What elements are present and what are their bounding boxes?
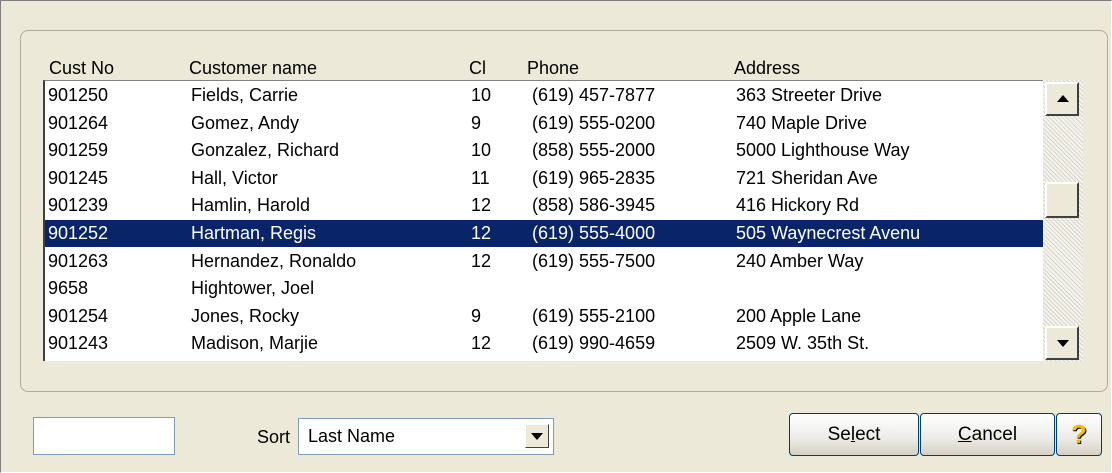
cell-phone: (619) 555-7500 — [532, 250, 656, 271]
cell-customer-name: Gomez, Andy — [191, 112, 300, 133]
cell-customer-name: Hightower, Joel — [191, 278, 315, 299]
cell-address: 200 Apple Lane — [736, 305, 862, 326]
cell-address: 740 Maple Drive — [736, 112, 868, 133]
cell-address: 416 Hickory Rd — [736, 195, 860, 216]
header-cl[interactable]: Cl — [469, 58, 486, 80]
cell-customer-name: Jones, Rocky — [191, 305, 300, 326]
help-button[interactable]: ? — [1056, 413, 1102, 456]
cell-customer-name: Gonzalez, Richard — [191, 140, 340, 161]
header-phone[interactable]: Phone — [527, 58, 579, 80]
cell-cl: 12 — [471, 333, 492, 354]
cell-phone: (619) 555-2100 — [532, 305, 656, 326]
sort-select[interactable]: Last Name — [298, 418, 554, 455]
sort-selected-value: Last Name — [308, 426, 396, 446]
table-row[interactable]: 901263 Hernandez, Ronaldo 12 (619) 555-7500… — [45, 248, 1045, 275]
cell-phone: (619) 555-0200 — [532, 112, 656, 133]
chevron-down-icon — [531, 433, 543, 440]
vertical-scrollbar[interactable] — [1043, 80, 1083, 362]
table-row[interactable]: 901245 Hall, Victor 11 (619) 965-2835 721 Sh… — [45, 165, 1045, 192]
table-row[interactable]: 901254 Jones, Rocky 9 (619) 555-2100 200 App… — [45, 303, 1045, 330]
cell-address: 505 Waynecrest Avenu — [736, 223, 921, 243]
scroll-thumb[interactable] — [1045, 182, 1079, 218]
cell-cust-no: 9658 — [48, 278, 89, 299]
cell-customer-name: Madison, Marjie — [191, 333, 319, 354]
cancel-label-mnemonic: C — [957, 424, 972, 445]
cell-cl: 9 — [471, 112, 482, 133]
cell-cl: 11 — [471, 167, 490, 188]
table-row[interactable]: 901250 Fields, Carrie 10 (619) 457-7877 363 … — [45, 82, 1045, 109]
cell-cl: 10 — [471, 85, 492, 105]
table-row[interactable]: 901239 Hamlin, Harold 12 (858) 586-3945 416 … — [45, 192, 1045, 219]
arrow-up-icon — [1057, 95, 1069, 102]
cell-address: 2509 W. 35th St. — [736, 333, 870, 354]
cell-cl: 9 — [471, 305, 482, 326]
cell-phone: (619) 555-4000 — [532, 223, 656, 243]
cell-cl: 12 — [471, 223, 492, 243]
cell-phone: (619) 457-7877 — [532, 85, 656, 105]
select-label-part: ect — [855, 424, 881, 445]
cell-cust-no: 901239 — [48, 195, 109, 216]
cell-cl: 12 — [471, 195, 492, 216]
scroll-down-button[interactable] — [1045, 326, 1079, 360]
cell-cust-no: 901252 — [48, 223, 109, 243]
table-row[interactable]: 901243 Madison, Marjie 12 (619) 990-4659 250… — [45, 330, 1045, 357]
header-customer-name[interactable]: Customer name — [189, 58, 317, 80]
cancel-button[interactable]: Cancel — [920, 413, 1055, 456]
cell-cust-no: 901245 — [48, 167, 109, 188]
cell-cust-no: 901264 — [48, 112, 109, 133]
table-row[interactable]: 9658 Hightower, Joel — [45, 275, 1045, 302]
select-button[interactable]: Select — [789, 413, 919, 456]
table-row-selected[interactable]: 901252 Hartman, Regis 12 (619) 555-4000 505 … — [45, 220, 1045, 247]
cancel-label-part: ancel — [971, 424, 1018, 445]
cell-phone: (858) 555-2000 — [532, 140, 656, 161]
header-address[interactable]: Address — [734, 58, 800, 80]
cell-cust-no: 901259 — [48, 140, 109, 161]
cell-customer-name: Hamlin, Harold — [191, 195, 311, 216]
sort-label: Sort — [257, 427, 291, 447]
cell-customer-name: Hernandez, Ronaldo — [191, 250, 357, 271]
cell-customer-name: Hall, Victor — [191, 167, 278, 188]
cell-cust-no: 901243 — [48, 333, 109, 354]
cell-phone: (858) 586-3945 — [532, 195, 656, 216]
customer-table[interactable]: 901250 Fields, Carrie 10 (619) 457-7877 363 … — [43, 80, 1045, 361]
cell-phone: (619) 990-4659 — [532, 333, 656, 354]
arrow-down-icon — [1057, 340, 1069, 347]
cell-cust-no: 901263 — [48, 250, 109, 271]
cell-cl: 12 — [471, 250, 492, 271]
cell-address: 363 Streeter Drive — [736, 85, 883, 105]
cell-phone: (619) 965-2835 — [532, 167, 656, 188]
cell-address: 5000 Lighthouse Way — [736, 140, 910, 161]
cell-cl: 10 — [471, 140, 492, 161]
cell-address: 721 Sheridan Ave — [736, 167, 878, 188]
quick-search-input[interactable] — [33, 417, 175, 455]
cell-cust-no: 901250 — [48, 85, 109, 105]
help-icon: ? — [1071, 419, 1087, 449]
cell-cust-no: 901254 — [48, 305, 109, 326]
select-label-part: Se — [827, 424, 851, 445]
table-row[interactable]: 901264 Gomez, Andy 9 (619) 555-0200 740 Mapl… — [45, 110, 1045, 137]
scroll-up-button[interactable] — [1045, 82, 1079, 116]
header-cust-no[interactable]: Cust No — [49, 58, 114, 80]
cell-customer-name: Fields, Carrie — [191, 85, 299, 105]
cell-customer-name: Hartman, Regis — [191, 223, 317, 243]
table-row[interactable]: 901259 Gonzalez, Richard 10 (858) 555-2000 5… — [45, 137, 1045, 164]
sort-dropdown-button[interactable] — [525, 424, 549, 448]
cell-address: 240 Amber Way — [736, 250, 864, 271]
